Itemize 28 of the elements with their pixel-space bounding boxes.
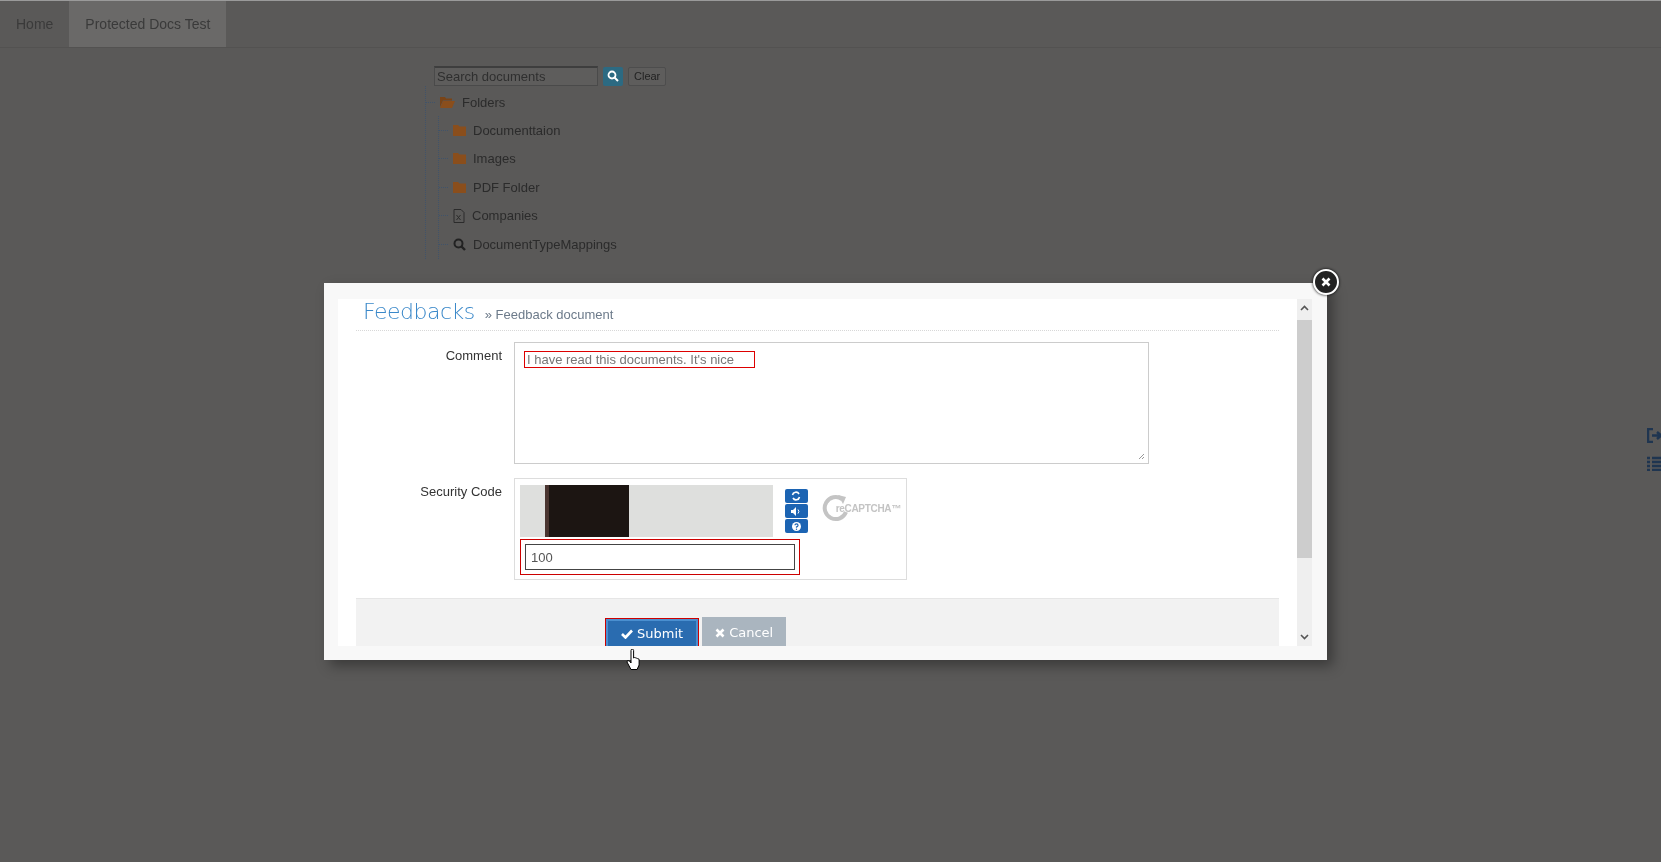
check-icon <box>621 628 633 639</box>
submit-button[interactable]: Submit <box>606 619 699 646</box>
scrollbar[interactable] <box>1297 299 1312 646</box>
help-icon[interactable] <box>784 519 808 533</box>
search-button[interactable] <box>603 66 623 86</box>
refresh-icon[interactable] <box>784 489 808 503</box>
close-icon <box>1321 277 1331 287</box>
folder-icon <box>453 124 466 136</box>
folder-icon <box>453 153 466 165</box>
breadcrumb: » Feedback document <box>484 307 614 322</box>
folder-icon <box>453 181 466 193</box>
recaptcha-logo: reCAPTCHA™ <box>819 493 901 523</box>
field-label: Security Code <box>419 483 502 501</box>
comment-text: I have read this documents. It's nice <box>524 351 755 368</box>
cancel-button[interactable]: Cancel <box>702 617 787 646</box>
dialog-title: Feedbacks <box>363 299 475 324</box>
close-button[interactable] <box>1313 269 1339 295</box>
resize-grip-icon[interactable] <box>1138 453 1145 460</box>
comment-field[interactable]: I have read this documents. It's nice <box>514 342 1149 464</box>
captcha-input[interactable]: 100 <box>525 544 795 570</box>
x-icon <box>715 627 726 638</box>
speaker-icon[interactable] <box>784 504 808 518</box>
search-icon <box>453 237 466 251</box>
field-label: Comment <box>444 347 502 365</box>
clear-button[interactable]: Clear <box>628 66 667 86</box>
spreadsheet-file-icon <box>453 208 465 223</box>
scroll-down-icon[interactable] <box>1300 634 1309 640</box>
scroll-up-icon[interactable] <box>1300 305 1309 311</box>
